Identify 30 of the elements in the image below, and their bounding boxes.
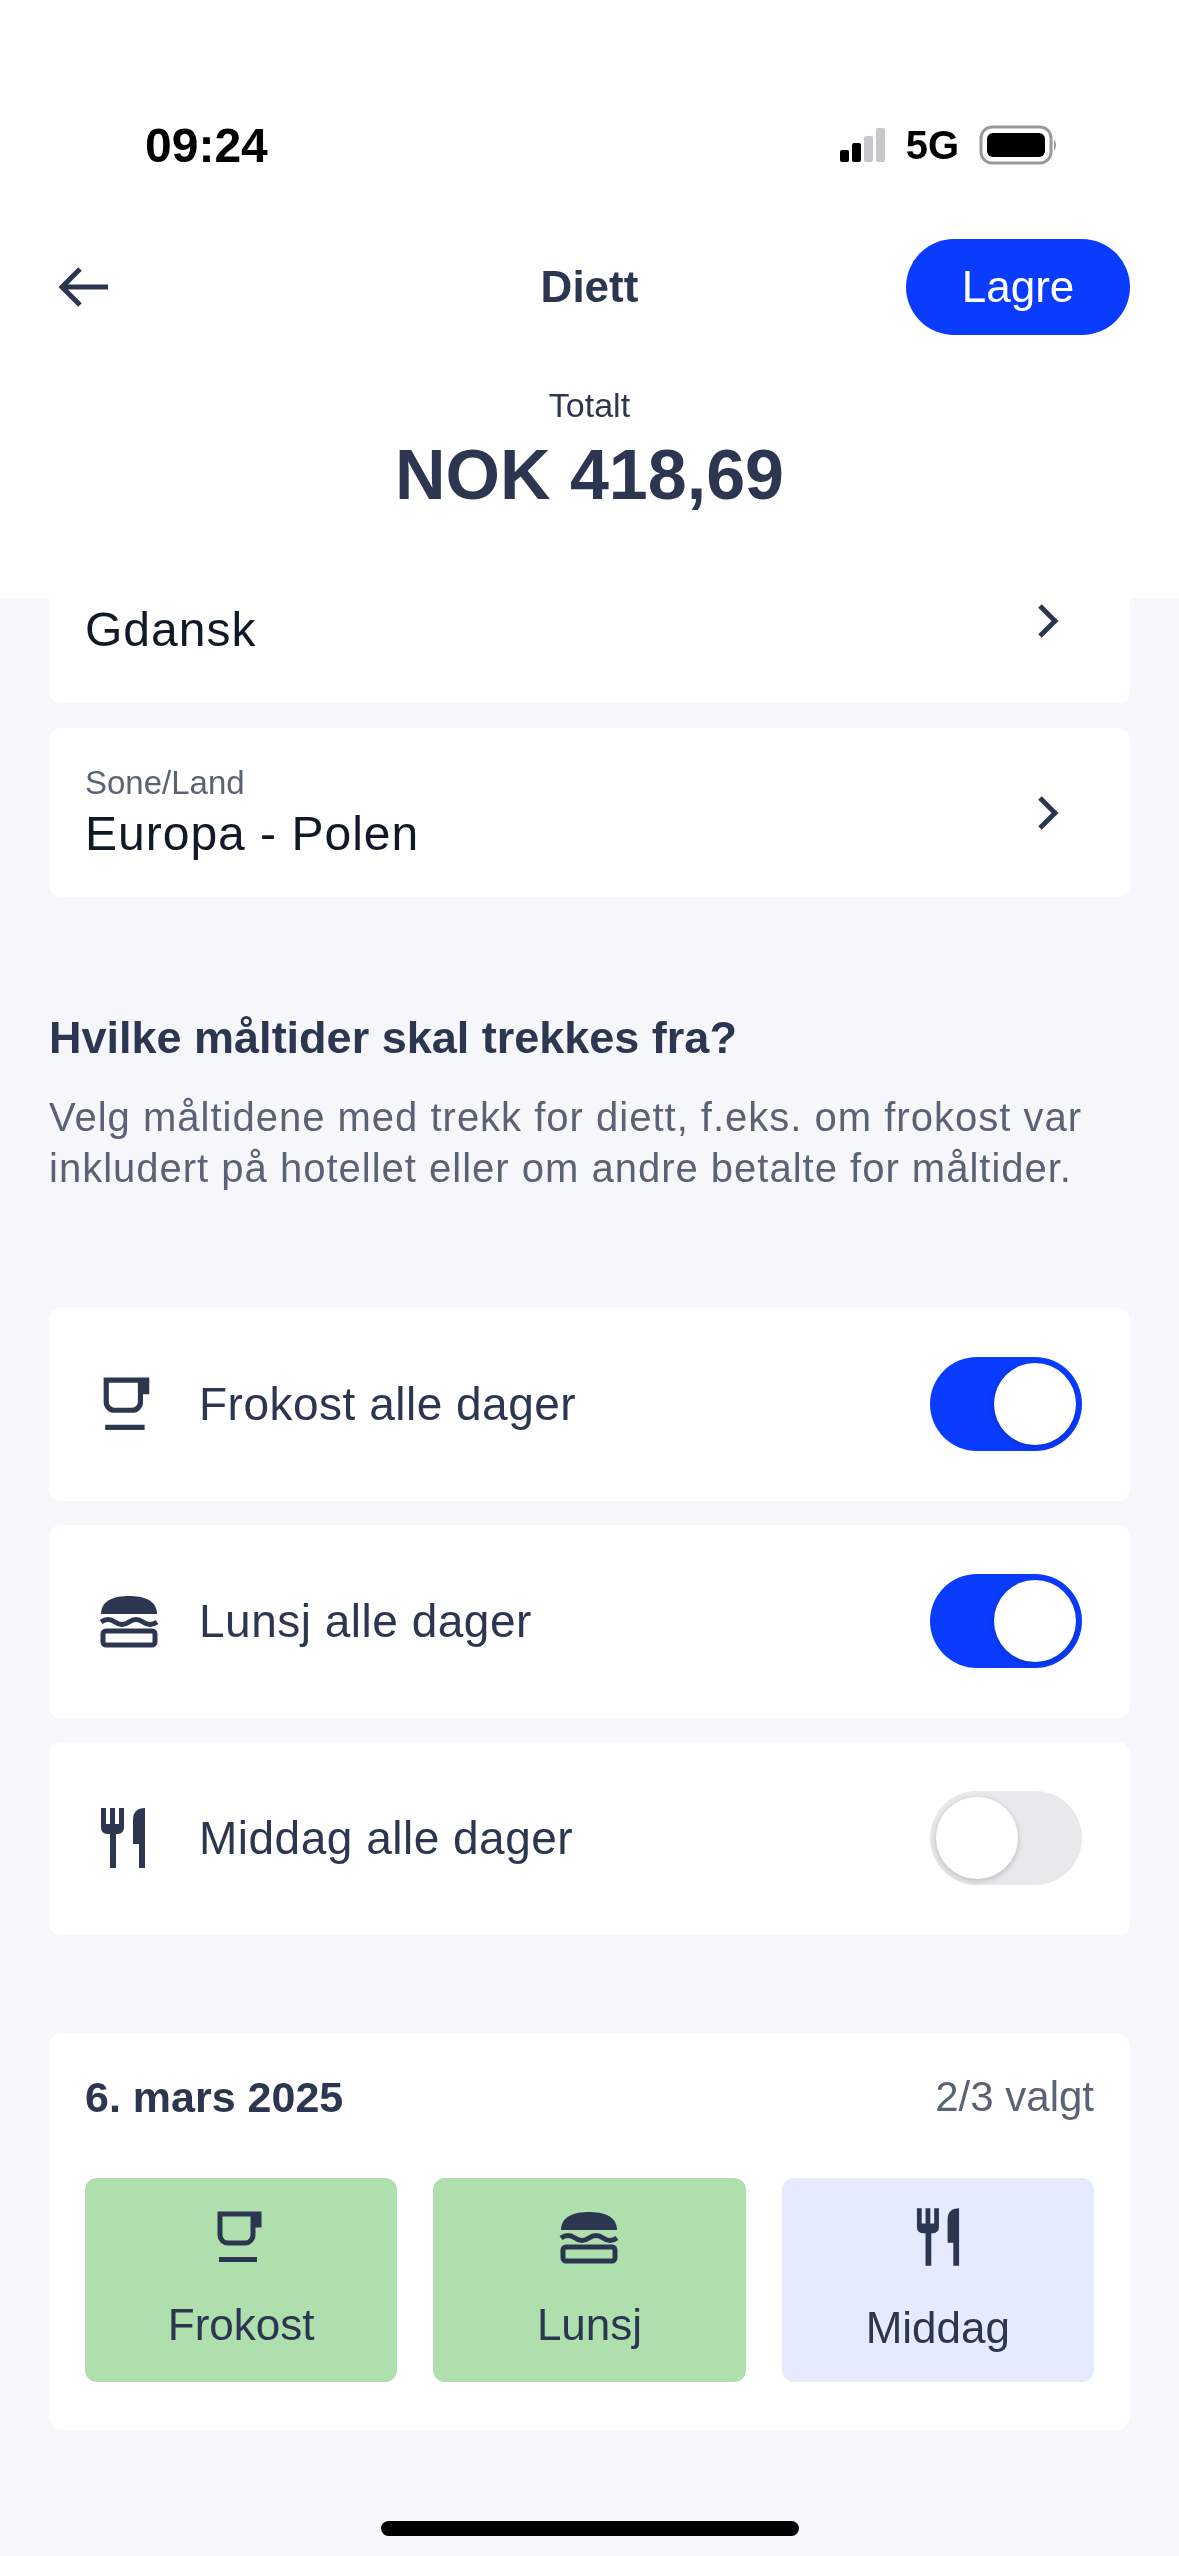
meal-label: Middag alle dager	[199, 1811, 575, 1866]
page-title: Diett	[540, 262, 639, 312]
meal-label: Frokost alle dager	[199, 1377, 578, 1432]
day-date: 6. mars 2025	[85, 2072, 344, 2122]
chevron-right-icon	[1036, 602, 1060, 640]
back-arrow-icon[interactable]	[58, 265, 110, 309]
meal-tile[interactable]: Frokost	[85, 2177, 398, 2382]
fork-knife-icon	[99, 1808, 147, 1869]
field-value: Europa - Polen	[85, 806, 420, 861]
total-amount: NOK 418,69	[394, 435, 785, 515]
field-value: Gdansk	[85, 602, 257, 657]
field-label: Sone/Land	[85, 764, 246, 802]
battery-icon	[979, 125, 1059, 165]
status-time: 09:24	[145, 117, 268, 173]
select-field[interactable]: Gdansk	[49, 598, 1130, 703]
burger-icon	[99, 1594, 159, 1649]
total-label: Totalt	[548, 386, 631, 425]
burger-icon	[559, 2209, 620, 2264]
signal-icon	[839, 128, 886, 162]
meal-label: Lunsj alle dager	[199, 1594, 533, 1649]
chevron-right-icon	[1036, 793, 1060, 832]
select-field[interactable]: Sone/Land Europa - Polen	[49, 728, 1130, 897]
fork-knife-icon	[914, 2206, 961, 2267]
section-description: Velg måltidene med trekk for diett, f.eks. om frokost var inkludert på hotellet eller om andre betalte for måltider.	[49, 1094, 1083, 1192]
save-button[interactable]: Lagre	[906, 239, 1130, 335]
network-label: 5G	[905, 122, 959, 168]
meal-tile[interactable]: Lunsj	[433, 2177, 746, 2382]
meal-tile[interactable]: Middag	[781, 2177, 1094, 2382]
selected-count: 2/3 valgt	[935, 2073, 1094, 2122]
section-heading: Hvilke måltider skal trekkes fra?	[49, 1012, 738, 1064]
